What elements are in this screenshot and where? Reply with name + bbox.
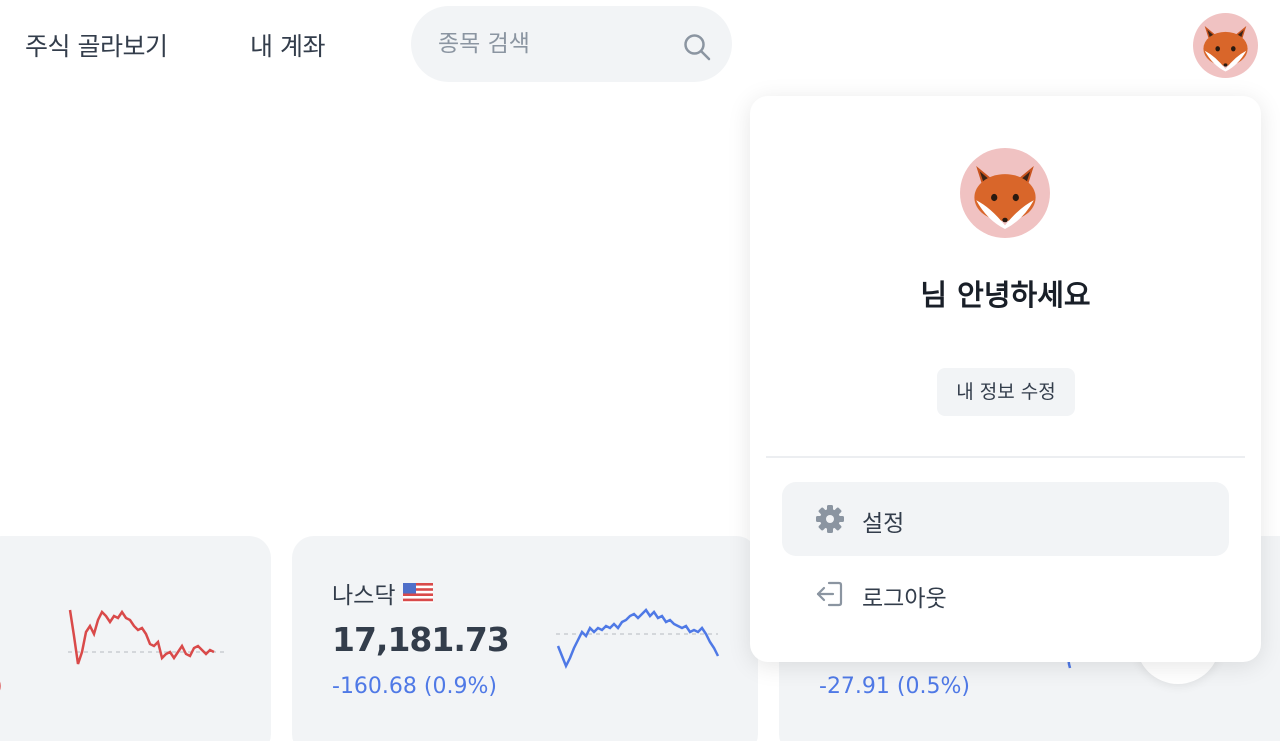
index-value: 17,181.73 xyxy=(332,620,510,659)
logout-icon xyxy=(816,581,843,607)
menu-divider xyxy=(766,456,1245,458)
stock-search-box[interactable] xyxy=(411,6,732,82)
menu-item-logout-label: 로그아웃 xyxy=(862,586,947,612)
index-sparkline-nasdaq xyxy=(556,608,720,670)
gear-icon xyxy=(816,505,844,533)
nav-stock-screener-link[interactable]: 주식 골라보기 xyxy=(25,27,168,63)
index-name-row: 나스닥 xyxy=(332,576,434,610)
profile-dropdown-menu: 님 안녕하세요 내 정보 수정 설정 로그아웃 xyxy=(750,96,1261,662)
us-flag-icon xyxy=(403,583,434,603)
index-name: 나스닥 xyxy=(332,583,396,609)
fox-avatar-icon xyxy=(1193,13,1258,78)
menu-item-settings[interactable]: 설정 xyxy=(782,482,1229,556)
profile-avatar-button[interactable] xyxy=(1193,13,1258,78)
menu-item-logout[interactable]: 로그아웃 xyxy=(782,557,1229,631)
index-change-1: ) xyxy=(0,674,3,699)
index-sparkline-1 xyxy=(68,609,228,665)
fox-avatar-icon xyxy=(960,148,1050,238)
profile-avatar-large xyxy=(960,148,1050,238)
greeting-text: 님 안녕하세요 xyxy=(750,272,1261,314)
edit-profile-button[interactable]: 내 정보 수정 xyxy=(937,368,1075,416)
index-change-3: -27.91 (0.5%) xyxy=(819,674,970,699)
top-navigation: 주식 골라보기 내 계좌 xyxy=(0,0,1280,90)
index-change: -160.68 (0.9%) xyxy=(332,674,497,699)
menu-item-settings-label: 설정 xyxy=(862,511,905,537)
stock-search-input[interactable] xyxy=(438,26,668,62)
search-icon[interactable] xyxy=(682,32,712,62)
index-card-1[interactable]: ) xyxy=(0,536,271,741)
nav-my-account-link[interactable]: 내 계좌 xyxy=(250,27,325,63)
index-card-nasdaq[interactable]: 나스닥 17,181.73 -160.68 (0.9%) xyxy=(292,536,758,741)
greeting-text-label: 님 안녕하세요 xyxy=(920,278,1091,312)
